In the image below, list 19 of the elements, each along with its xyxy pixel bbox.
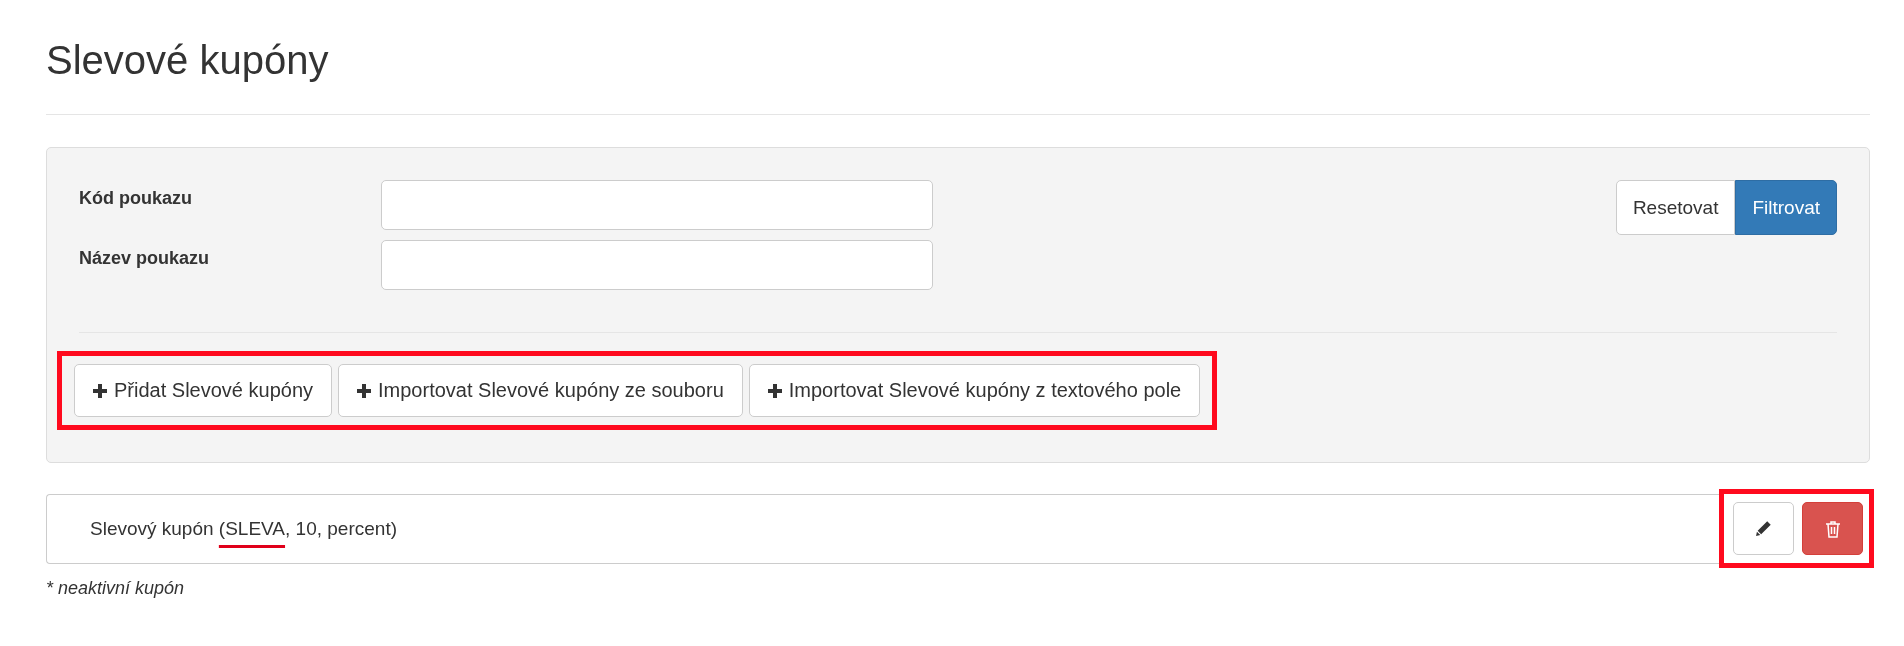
add-button[interactable]: Importovat Slevové kupóny z textového pole: [748, 364, 1201, 417]
add-button[interactable]: Importovat Slevové kupóny ze souboru: [338, 364, 743, 417]
edit-button[interactable]: [1733, 502, 1794, 555]
field-label: Název poukazu: [79, 247, 211, 269]
text-field[interactable]: [381, 180, 933, 230]
coupon-label: Slevový kupón (SLEVA, 10, percent): [90, 517, 397, 540]
footnote: * neaktivní kupón: [46, 578, 185, 599]
trash-icon: [1824, 519, 1841, 538]
field-label: Kód poukazu: [79, 187, 193, 209]
delete-button[interactable]: [1802, 502, 1863, 555]
page-title: Slevové kupóny: [46, 37, 329, 84]
add-button[interactable]: Přidat Slevové kupóny: [74, 364, 332, 417]
plus-icon: [767, 383, 782, 398]
pencil-icon: [1755, 520, 1772, 537]
plus-icon: [93, 383, 107, 398]
text-field[interactable]: [381, 240, 933, 290]
filter-button[interactable]: Filtrovat: [1735, 180, 1837, 235]
plus-icon: [357, 383, 371, 398]
reset-button[interactable]: Resetovat: [1615, 180, 1736, 235]
